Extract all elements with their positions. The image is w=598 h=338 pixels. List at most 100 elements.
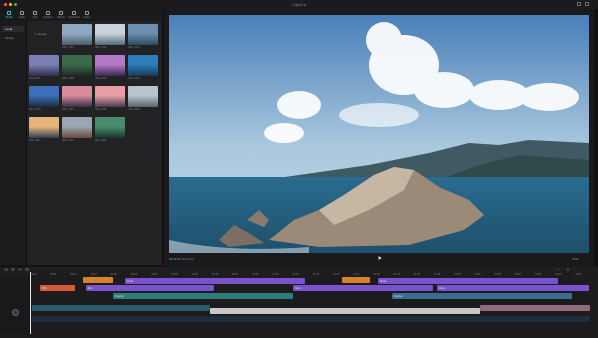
audio-clip[interactable]: Music <box>378 278 558 284</box>
main-video-clip[interactable] <box>210 308 480 314</box>
ruler-tick: 00:30 <box>151 273 158 276</box>
split-icon[interactable]: ✂ <box>18 268 22 272</box>
effects-icon <box>59 11 63 15</box>
ruler-tick: 00:25 <box>131 273 138 276</box>
thumbnail-caption: IMG_0741 <box>62 46 74 49</box>
media-thumbnail[interactable] <box>62 24 92 45</box>
text-clip[interactable]: Title <box>40 285 75 291</box>
effect-clip[interactable]: Glow <box>293 285 433 291</box>
preview-frame <box>169 15 589 253</box>
ruler-tick: 01:45 <box>454 273 461 276</box>
tool-stickers[interactable]: Stickers <box>43 10 53 20</box>
ruler-tick: 00:15 <box>90 273 97 276</box>
ruler-tick: 01:25 <box>373 273 380 276</box>
ruler-tick: 00:10 <box>70 273 77 276</box>
overlay-clip[interactable]: Overlay <box>392 293 572 299</box>
effect-clip[interactable]: Fade <box>437 285 589 291</box>
sticker-clip[interactable] <box>342 277 370 283</box>
undo-icon[interactable]: ⟲ <box>4 268 8 272</box>
sidebar-item-local[interactable]: Local <box>2 26 24 32</box>
ruler-tick: 01:30 <box>393 273 400 276</box>
text-icon <box>33 11 37 15</box>
media-thumbnail[interactable] <box>29 117 59 138</box>
maximize-icon[interactable] <box>585 2 589 6</box>
redo-icon[interactable]: ⟳ <box>11 268 15 272</box>
ruler-tick: 02:05 <box>535 273 542 276</box>
overlay-clip-label: Overlay <box>115 295 124 298</box>
ruler-tick: 00:45 <box>211 273 219 276</box>
ruler-tick: 01:35 <box>413 273 421 276</box>
media-thumbnail[interactable] <box>128 55 158 76</box>
tool-text[interactable]: Text <box>30 10 40 20</box>
media-thumbnail[interactable] <box>62 117 92 138</box>
thumbnail-caption: IMG_0769 <box>62 77 74 80</box>
media-thumbnail[interactable] <box>95 55 125 76</box>
ruler-tick: 01:05 <box>292 273 299 276</box>
text-clip-label: Title <box>42 287 47 290</box>
media-thumbnail[interactable] <box>29 55 59 76</box>
cover-button[interactable] <box>12 309 19 316</box>
ruler-tick: 01:40 <box>434 273 441 276</box>
filter-icon <box>85 11 89 15</box>
thumbnail-caption: IMG_0815 <box>62 139 74 142</box>
playhead[interactable] <box>30 272 31 334</box>
current-timecode: 00:00:00 <box>169 257 181 261</box>
thumbnail-caption: IMG_0761 <box>29 77 41 80</box>
ruler-tick: 00:05 <box>50 273 57 276</box>
sticker-clip[interactable] <box>83 277 113 283</box>
sidebar-item-library[interactable]: Library <box>2 35 24 41</box>
audio-icon <box>20 11 24 15</box>
zoom-out-icon[interactable]: − <box>556 268 560 272</box>
media-thumbnail[interactable] <box>62 86 92 107</box>
thumbnail-caption: IMG_0783 <box>29 108 41 111</box>
layout-icon[interactable] <box>577 2 581 6</box>
effect-clip[interactable]: Blur <box>86 285 214 291</box>
thumbnail-caption: IMG_0790 <box>62 108 74 111</box>
tool-audio[interactable]: Audio <box>17 10 27 20</box>
tool-effects[interactable]: Effects <box>56 10 66 20</box>
tool-filters[interactable]: Filters <box>82 10 92 20</box>
media-thumbnail[interactable] <box>95 117 125 138</box>
audio-clip[interactable]: Music <box>125 278 305 284</box>
tool-media[interactable]: Media <box>4 10 14 20</box>
import-button[interactable]: ＋ Import <box>34 32 46 36</box>
track-header <box>0 277 30 335</box>
thumbnail-caption: IMG_0781 <box>128 77 140 80</box>
media-thumbnail[interactable] <box>95 86 125 107</box>
thumbnail-caption: IMG_0801 <box>128 108 140 111</box>
thumbnail-caption: IMG_0792 <box>95 108 107 111</box>
tool-transitions[interactable]: Transitions <box>68 10 80 20</box>
audio-clip-label: Music <box>380 280 387 283</box>
zoom-in-icon[interactable]: ＋ <box>566 268 570 272</box>
media-thumbnail[interactable] <box>128 86 158 107</box>
media-thumbnail[interactable] <box>62 55 92 76</box>
thumbnail-caption: IMG_0742 <box>95 46 107 49</box>
video-preview[interactable] <box>169 15 589 253</box>
app-title: CapCut <box>292 2 306 7</box>
effect-clip-label: Blur <box>88 287 93 290</box>
ruler-tick: 01:20 <box>353 273 360 276</box>
ruler-tick: 00:40 <box>191 273 198 276</box>
ruler-tick: 00:20 <box>110 273 118 276</box>
effect-clip-label: Fade <box>439 287 445 290</box>
ruler-tick: 02:00 <box>514 273 522 276</box>
ruler-tick: 01:55 <box>494 273 501 276</box>
ruler-tick: 01:00 <box>272 273 279 276</box>
ruler-tick: 00:00 <box>30 273 37 276</box>
media-thumbnail[interactable] <box>95 24 125 45</box>
media-thumbnail[interactable] <box>128 24 158 45</box>
audio-waveform-track[interactable] <box>32 316 590 322</box>
ruler-tick: 00:35 <box>171 273 178 276</box>
play-icon[interactable] <box>378 256 382 260</box>
overlay-clip[interactable]: Overlay <box>113 293 293 299</box>
thumbnail-caption: IMG_0745 <box>128 46 140 49</box>
ratio-button[interactable]: Ratio <box>572 257 579 261</box>
delete-icon[interactable]: ⊟ <box>25 268 29 272</box>
media-thumbnail[interactable] <box>29 86 59 107</box>
effect-clip-label: Glow <box>295 287 301 290</box>
overlay-clip-label: Overlay <box>394 295 403 298</box>
sticker-icon <box>46 11 50 15</box>
main-video-clip[interactable] <box>32 305 210 311</box>
ruler-tick: 02:10 <box>555 273 562 276</box>
main-video-clip[interactable] <box>480 305 590 311</box>
